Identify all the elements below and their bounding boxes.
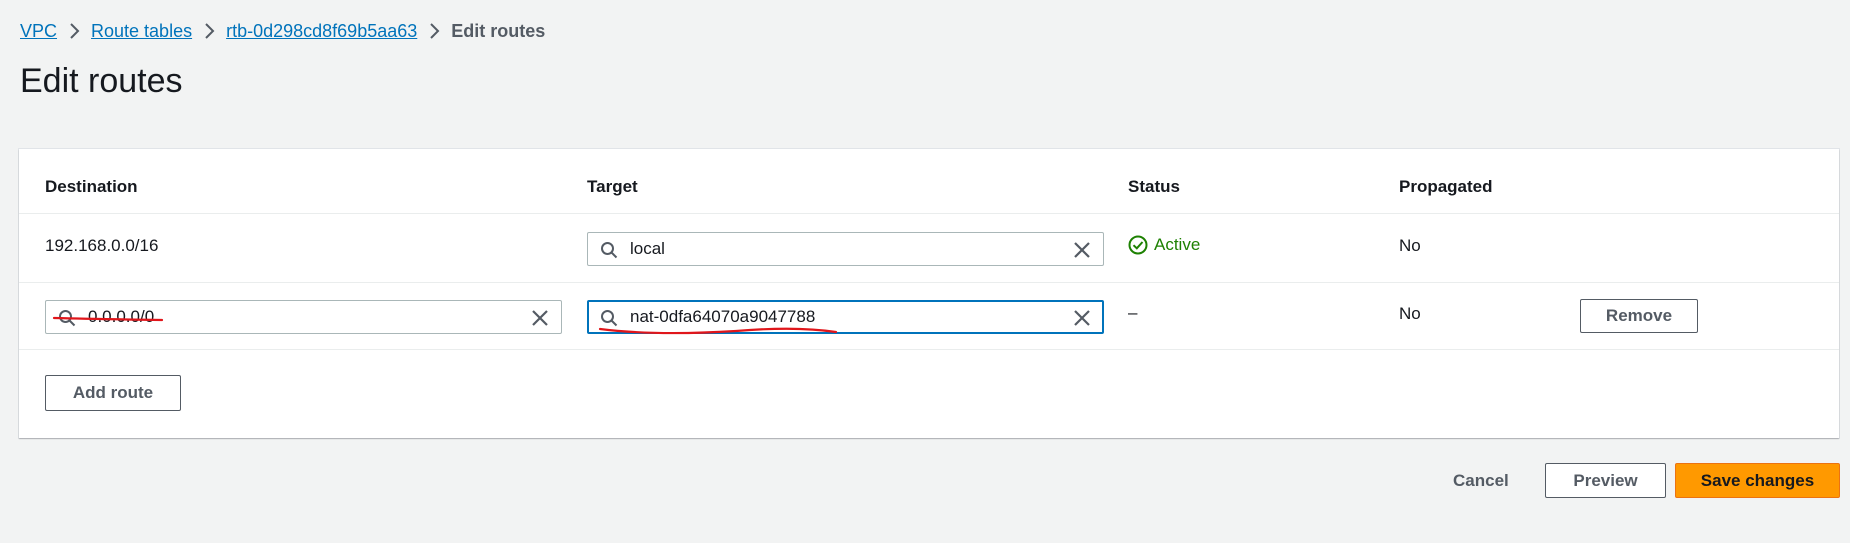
row-destination: 192.168.0.0/16 [45, 236, 159, 255]
target-field[interactable] [587, 300, 1104, 334]
status-text: Active [1154, 235, 1201, 254]
header-propagated: Propagated [1399, 177, 1493, 196]
row-divider [19, 282, 1839, 283]
destination-input[interactable] [88, 304, 475, 330]
search-icon [601, 242, 618, 259]
breadcrumb-route-table-id[interactable]: rtb-0d298cd8f69b5aa63 [226, 21, 417, 42]
page-title: Edit routes [20, 62, 183, 100]
status-badge: Active [1128, 235, 1200, 255]
breadcrumb: VPC Route tables rtb-0d298cd8f69b5aa63 E… [20, 19, 545, 43]
header-status: Status [1128, 177, 1180, 196]
chevron-right-icon [417, 19, 451, 43]
search-icon [601, 310, 618, 327]
header-target: Target [587, 177, 638, 196]
target-input[interactable] [630, 236, 1017, 262]
save-changes-button[interactable]: Save changes [1675, 463, 1840, 498]
search-icon [59, 310, 76, 327]
remove-button[interactable]: Remove [1580, 299, 1698, 333]
breadcrumb-current: Edit routes [451, 20, 546, 41]
target-field[interactable] [587, 232, 1104, 266]
header-divider [19, 213, 1839, 214]
close-icon[interactable] [1073, 309, 1091, 327]
check-circle-icon [1128, 235, 1148, 255]
header-destination: Destination [45, 177, 138, 196]
chevron-right-icon [57, 19, 91, 43]
row-propagated: No [1399, 236, 1421, 255]
preview-button[interactable]: Preview [1545, 463, 1666, 498]
row-divider [19, 349, 1839, 350]
row-propagated: No [1399, 304, 1421, 323]
breadcrumb-route-tables[interactable]: Route tables [91, 21, 192, 42]
cancel-button[interactable]: Cancel [1453, 471, 1509, 491]
target-input[interactable] [630, 304, 1015, 330]
close-icon[interactable] [531, 309, 549, 327]
destination-field[interactable] [45, 300, 562, 334]
routes-panel: Destination Target Status Propagated 192… [19, 149, 1839, 438]
add-route-button[interactable]: Add route [45, 375, 181, 411]
chevron-right-icon [192, 19, 226, 43]
close-icon[interactable] [1073, 241, 1091, 259]
breadcrumb-vpc[interactable]: VPC [20, 21, 57, 42]
row-status: – [1128, 303, 1138, 322]
